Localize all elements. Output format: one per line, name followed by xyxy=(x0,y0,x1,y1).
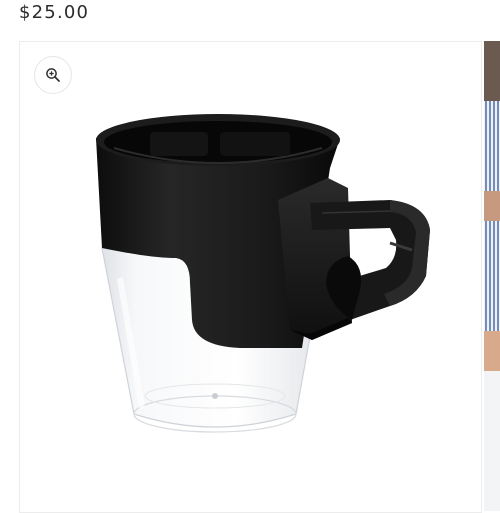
zoom-button[interactable] xyxy=(34,56,72,94)
cup-holder-product-photo[interactable] xyxy=(90,108,440,448)
lifestyle-photo-thumbnail[interactable] xyxy=(484,41,500,511)
product-price: $25.00 xyxy=(19,2,90,23)
zoom-in-icon xyxy=(46,68,60,82)
